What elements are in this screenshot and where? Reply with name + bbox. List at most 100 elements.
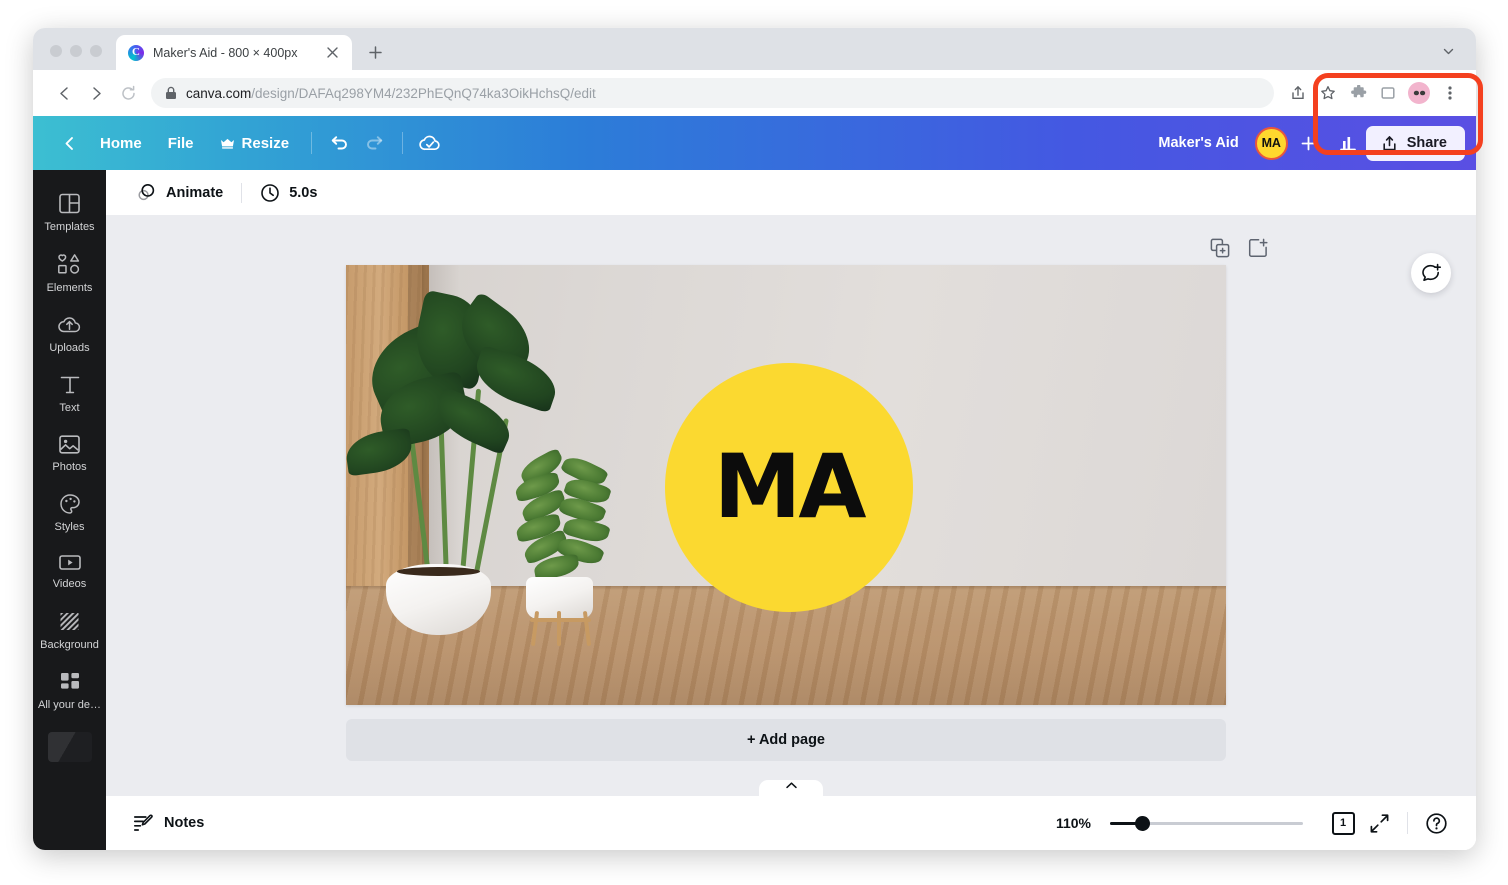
chevron-down-icon[interactable] xyxy=(1434,37,1462,65)
sidebar-item-videos[interactable]: Videos xyxy=(33,542,106,599)
window-icon[interactable] xyxy=(1374,79,1402,107)
help-button[interactable] xyxy=(1418,805,1454,841)
zoom-level: 110% xyxy=(1055,815,1091,831)
add-page-button[interactable]: + Add page xyxy=(346,719,1226,761)
sidebar-item-label: Elements xyxy=(46,282,93,294)
sidebar-item-label: Background xyxy=(40,639,99,651)
sidebar-item-label: Text xyxy=(59,402,80,414)
fullscreen-button[interactable] xyxy=(1361,805,1397,841)
reload-icon[interactable] xyxy=(113,78,143,108)
page-count-badge: 1 xyxy=(1331,809,1358,835)
sidebar-item-label: Styles xyxy=(54,521,85,533)
browser-window: C Maker's Aid - 800 × 400px canva.com/de… xyxy=(33,28,1476,850)
undo-icon[interactable] xyxy=(321,125,357,161)
favicon-letter: C xyxy=(132,46,140,58)
address-bar: canva.com/design/DAFAq298YM4/232PhEQnQ74… xyxy=(33,70,1476,116)
animate-label: Animate xyxy=(166,184,224,201)
sidebar-item-label: Videos xyxy=(52,578,87,590)
text-icon xyxy=(59,374,81,396)
sidebar-item-photos[interactable]: Photos xyxy=(33,423,106,482)
sidebar-item-label: Templates xyxy=(44,221,95,233)
kebab-menu-icon[interactable] xyxy=(1436,79,1464,107)
back-arrow-icon[interactable] xyxy=(49,78,79,108)
elements-icon xyxy=(57,253,82,276)
cloud-saved-icon[interactable] xyxy=(412,125,448,161)
maximize-window-button[interactable] xyxy=(90,45,102,57)
appbar-divider-2 xyxy=(402,132,404,154)
account-name[interactable]: Maker's Aid xyxy=(1150,135,1254,151)
sidebar-item-elements[interactable]: Elements xyxy=(33,242,106,303)
appbar-divider xyxy=(311,132,313,154)
editor-column: Animate 5.0s MA + Add page Notes 110% 1 xyxy=(106,170,1476,850)
sidebar-item-all-your-designs[interactable]: All your de… xyxy=(33,660,106,720)
file-menu-button[interactable]: File xyxy=(155,128,207,159)
resize-label: Resize xyxy=(241,134,290,152)
sidebar-item-label: Photos xyxy=(52,461,87,473)
clock-icon xyxy=(260,183,280,203)
forward-arrow-icon[interactable] xyxy=(81,78,111,108)
logo-circle[interactable]: MA xyxy=(664,363,913,612)
url-text: canva.com/design/DAFAq298YM4/232PhEQnQ74… xyxy=(186,86,596,101)
close-icon[interactable] xyxy=(322,43,342,63)
videos-icon xyxy=(58,553,82,572)
star-icon[interactable] xyxy=(1314,79,1342,107)
canva-favicon-icon: C xyxy=(128,44,144,61)
app-body: Templates Elements Uploads Text Photos S… xyxy=(33,170,1476,850)
add-comment-button[interactable] xyxy=(1411,253,1451,293)
left-sidebar: Templates Elements Uploads Text Photos S… xyxy=(33,170,106,850)
tab-strip: C Maker's Aid - 800 × 400px xyxy=(33,28,1476,70)
redo-icon[interactable] xyxy=(357,125,393,161)
add-page-icon[interactable] xyxy=(1248,238,1268,258)
resize-button[interactable]: Resize xyxy=(207,128,303,159)
all-your-designs-icon xyxy=(59,671,81,693)
file-label: File xyxy=(167,134,194,152)
notes-icon xyxy=(133,813,154,833)
animate-button[interactable]: Animate xyxy=(124,176,235,209)
profile-avatar-icon[interactable] xyxy=(1408,82,1430,104)
animate-icon xyxy=(136,182,157,203)
url-host: canva.com xyxy=(186,85,252,101)
notes-button[interactable]: Notes xyxy=(122,806,215,840)
templates-icon xyxy=(58,192,81,215)
sidebar-item-uploads[interactable]: Uploads xyxy=(33,303,106,363)
photos-icon xyxy=(58,434,81,455)
toolbar-divider xyxy=(241,182,243,203)
design-page[interactable]: MA xyxy=(346,265,1226,705)
insights-icon[interactable] xyxy=(1330,125,1366,161)
sidebar-item-templates[interactable]: Templates xyxy=(33,181,106,242)
tab-title: Maker's Aid - 800 × 400px xyxy=(153,45,298,60)
sidebar-item-text[interactable]: Text xyxy=(33,363,106,423)
page-tools xyxy=(1210,238,1268,258)
sidebar-item-styles[interactable]: Styles xyxy=(33,482,106,542)
url-path: /design/DAFAq298YM4/232PhEQnQ74ka3OikHch… xyxy=(251,85,596,101)
lock-icon xyxy=(165,86,177,100)
crown-icon xyxy=(220,138,235,149)
add-page-label: + Add page xyxy=(746,732,825,748)
avatar-initials: MA xyxy=(1261,136,1281,150)
home-button[interactable]: Home xyxy=(87,128,155,159)
sidebar-item-label: All your de… xyxy=(38,699,101,711)
home-label: Home xyxy=(100,134,142,152)
avatar[interactable]: MA xyxy=(1254,126,1288,160)
small-plant-foliage xyxy=(513,447,612,586)
collapse-panel-button[interactable] xyxy=(759,780,823,796)
page-count-button[interactable]: 1 xyxy=(1325,805,1361,841)
uploads-icon xyxy=(57,314,82,336)
share-icon[interactable] xyxy=(1284,79,1312,107)
new-tab-button[interactable] xyxy=(361,38,389,66)
share-button[interactable]: Share xyxy=(1365,125,1465,161)
sidebar-item-background[interactable]: Background xyxy=(33,599,106,660)
minimize-window-button[interactable] xyxy=(70,45,82,57)
editor-toolbar: Animate 5.0s xyxy=(106,170,1476,216)
add-member-button[interactable] xyxy=(1292,126,1326,160)
sidebar-partial-thumbnail[interactable] xyxy=(47,732,92,762)
url-input[interactable]: canva.com/design/DAFAq298YM4/232PhEQnQ74… xyxy=(151,78,1274,108)
close-window-button[interactable] xyxy=(50,45,62,57)
puzzle-piece-icon[interactable] xyxy=(1344,79,1372,107)
back-chevron-icon[interactable] xyxy=(51,125,87,161)
zoom-slider[interactable] xyxy=(1110,815,1303,831)
browser-tab[interactable]: C Maker's Aid - 800 × 400px xyxy=(116,35,352,70)
duration-button[interactable]: 5.0s xyxy=(248,177,329,209)
duplicate-page-icon[interactable] xyxy=(1210,238,1230,258)
slider-knob[interactable] xyxy=(1135,815,1150,831)
